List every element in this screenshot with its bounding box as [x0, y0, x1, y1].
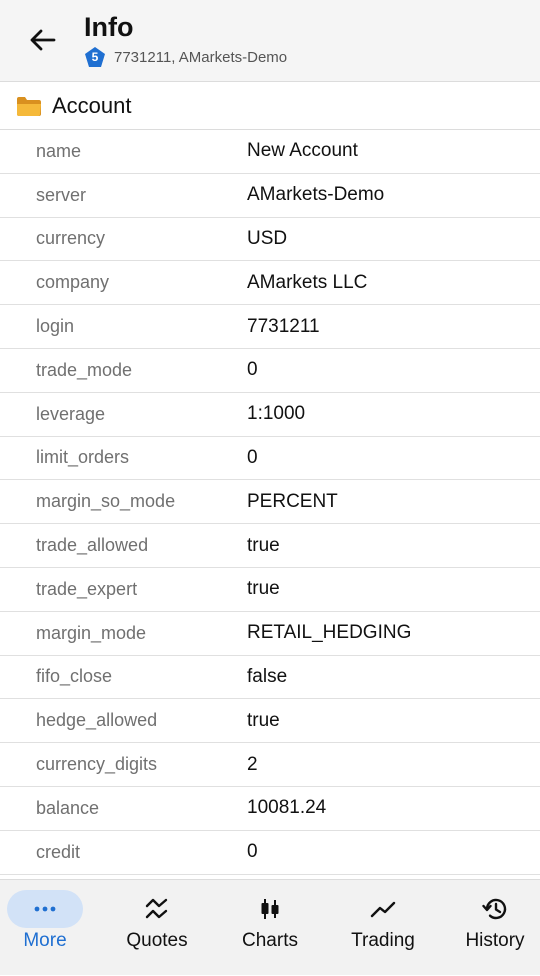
nav-icon-wrap	[232, 890, 308, 928]
back-button[interactable]	[22, 22, 62, 58]
info-row-margin-mode: margin_mode RETAIL_HEDGING	[0, 612, 540, 656]
info-row-trade-expert: trade_expert true	[0, 568, 540, 612]
nav-icon-wrap	[457, 890, 533, 928]
info-row-balance: balance 10081.24	[0, 787, 540, 831]
info-row-login: login 7731211	[0, 305, 540, 349]
account-badge: 5	[84, 46, 106, 68]
history-icon	[482, 898, 507, 920]
row-key: hedge_allowed	[36, 710, 158, 731]
info-row-company: company AMarkets LLC	[0, 261, 540, 306]
row-key: currency_digits	[36, 754, 158, 775]
row-value: 10081.24	[247, 797, 327, 819]
nav-trading[interactable]: Trading	[329, 880, 437, 976]
nav-label-charts: Charts	[242, 930, 298, 951]
page-title: Info	[84, 12, 134, 42]
row-value: true	[247, 709, 280, 731]
info-row-hedge-allowed: hedge_allowed true	[0, 699, 540, 744]
account-info-list: name New Account server AMarkets-Demo curr…	[0, 130, 540, 875]
row-key: server	[36, 184, 87, 205]
row-value: true	[247, 578, 280, 600]
quotes-icon	[145, 898, 168, 919]
info-row-server: server AMarkets-Demo	[0, 174, 540, 218]
nav-more[interactable]: More	[0, 880, 99, 976]
trending-up-icon	[370, 901, 396, 918]
row-key: trade_expert	[36, 578, 138, 599]
account-subtitle: 5 7731211, AMarkets-Demo	[84, 46, 287, 68]
row-key: margin_mode	[36, 622, 147, 643]
folder-icon	[17, 96, 41, 116]
row-key: trade_mode	[36, 359, 133, 380]
badge-number: 5	[91, 50, 99, 64]
row-key: limit_orders	[36, 447, 130, 468]
row-key: login	[36, 316, 75, 337]
account-section-header[interactable]: Account	[0, 82, 540, 130]
row-key: credit	[36, 841, 81, 862]
row-key: trade_allowed	[36, 535, 149, 556]
nav-icon-wrap	[119, 890, 195, 928]
row-value: false	[247, 665, 288, 687]
arrow-left-icon	[30, 29, 56, 51]
row-key: balance	[36, 797, 100, 818]
row-value: AMarkets-Demo	[247, 184, 385, 206]
info-row-trade-allowed: trade_allowed true	[0, 524, 540, 568]
info-row-name: name New Account	[0, 130, 540, 174]
candlestick-icon	[261, 899, 279, 919]
row-value: AMarkets LLC	[247, 271, 368, 293]
nav-active-pill	[7, 890, 83, 928]
row-key: company	[36, 272, 110, 293]
info-row-currency: currency USD	[0, 218, 540, 262]
info-row-trade-mode: trade_mode 0	[0, 349, 540, 393]
row-value: New Account	[247, 140, 358, 162]
row-value: PERCENT	[247, 490, 338, 512]
row-value: 0	[247, 841, 258, 863]
row-key: margin_so_mode	[36, 491, 176, 512]
row-key: currency	[36, 228, 106, 249]
row-value: 0	[247, 359, 258, 381]
info-row-currency-digits: currency_digits 2	[0, 743, 540, 787]
nav-label-quotes: Quotes	[126, 930, 188, 951]
bottom-navigation: More Quotes Charts Trading History	[0, 879, 540, 975]
account-subtitle-text: 7731211, AMarkets-Demo	[114, 48, 288, 66]
info-row-fifo-close: fifo_close false	[0, 656, 540, 700]
row-value: RETAIL_HEDGING	[247, 622, 412, 644]
row-key: name	[36, 140, 82, 161]
row-value: true	[247, 534, 280, 556]
nav-history[interactable]: History	[441, 880, 540, 976]
nav-label-history: History	[465, 930, 525, 951]
nav-label-trading: Trading	[351, 930, 415, 951]
row-value: 0	[247, 446, 258, 468]
row-value: 2	[247, 753, 258, 775]
nav-label-more: More	[23, 930, 67, 951]
info-row-margin-so-mode: margin_so_mode PERCENT	[0, 480, 540, 525]
row-key: fifo_close	[36, 666, 113, 687]
section-title: Account	[52, 92, 132, 118]
row-value: USD	[247, 227, 288, 249]
info-row-credit: credit 0	[0, 831, 540, 875]
nav-icon-wrap	[345, 890, 421, 928]
info-row-limit-orders: limit_orders 0	[0, 437, 540, 481]
row-value: 7731211	[247, 315, 320, 337]
app-header: Info 5 7731211, AMarkets-Demo	[0, 0, 540, 82]
row-value: 1:1000	[247, 403, 306, 425]
nav-charts[interactable]: Charts	[216, 880, 324, 976]
more-dots-icon	[34, 906, 56, 912]
row-key: leverage	[36, 403, 106, 424]
info-row-leverage: leverage 1:1000	[0, 393, 540, 437]
nav-quotes[interactable]: Quotes	[103, 880, 211, 976]
